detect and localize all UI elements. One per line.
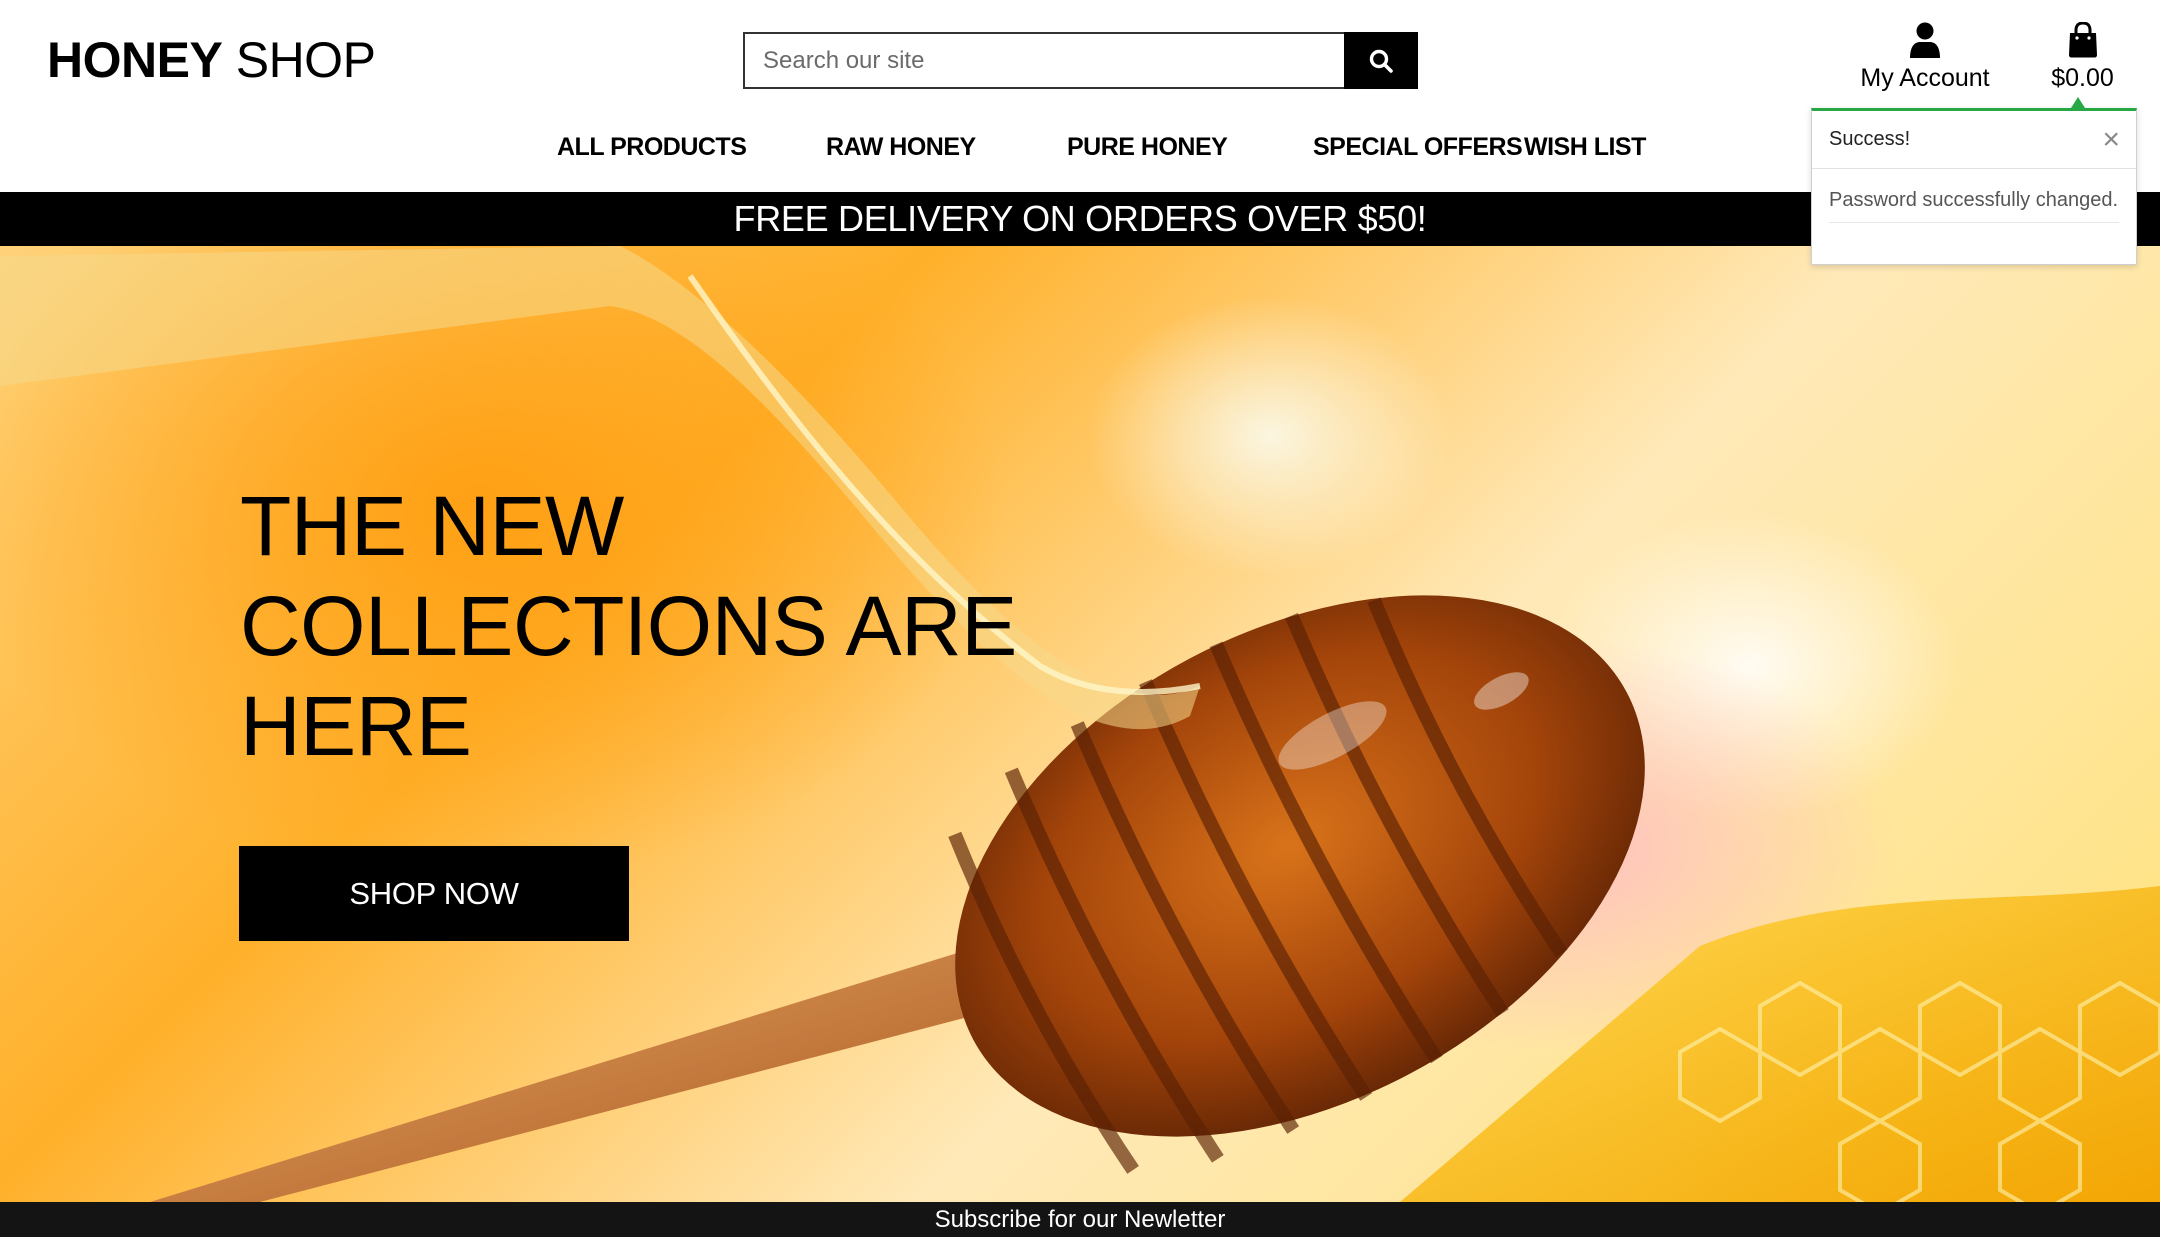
hero-section: THE NEW COLLECTIONS ARE HERE SHOP NOW (0, 246, 2160, 1202)
toast-divider (1829, 222, 2119, 223)
shop-now-button[interactable]: SHOP NOW (239, 846, 629, 941)
search-input[interactable] (743, 32, 1344, 89)
logo-light-text: SHOP (235, 32, 376, 88)
my-account-label: My Account (1860, 64, 1990, 92)
hero-title-line-1: THE NEW (240, 479, 624, 573)
nav-pure-honey[interactable]: PURE HONEY (1067, 133, 1228, 162)
user-icon (1910, 22, 1940, 58)
toast-header: Success! × (1812, 111, 2136, 169)
hero-title: THE NEW COLLECTIONS ARE HERE (240, 476, 1040, 776)
hero-title-line-3: HERE (240, 679, 472, 773)
toast-arrow (2071, 97, 2085, 108)
my-account-link[interactable]: My Account (1855, 22, 1995, 93)
nav-raw-honey[interactable]: RAW HONEY (826, 133, 976, 162)
cart-total: $0.00 (2051, 64, 2114, 92)
nav-all-products[interactable]: ALL PRODUCTS (557, 133, 747, 162)
search-icon (1369, 49, 1393, 73)
search-form (743, 32, 1418, 89)
nav-special-offers[interactable]: SPECIAL OFFERS (1313, 133, 1523, 162)
hero-title-line-2: COLLECTIONS ARE (240, 579, 1017, 673)
cart-link[interactable]: $0.00 (2040, 22, 2125, 93)
success-toast: Success! × Password successfully changed… (1811, 97, 2137, 265)
toast-body: Password successfully changed. (1812, 169, 2136, 223)
close-icon[interactable]: × (2102, 124, 2120, 155)
search-button[interactable] (1344, 32, 1418, 89)
toast-message: Password successfully changed. (1829, 189, 2119, 211)
newsletter-text: Subscribe for our Newletter (934, 1205, 1226, 1233)
free-delivery-text: FREE DELIVERY ON ORDERS OVER $50! (733, 198, 1427, 239)
toast-title: Success! (1829, 128, 1911, 150)
nav-wish-list[interactable]: WISH LIST (1524, 133, 1646, 162)
newsletter-bar[interactable]: Subscribe for our Newletter (0, 1202, 2160, 1237)
logo-bold-text: HONEY (47, 32, 223, 88)
shopping-bag-icon (2068, 22, 2097, 58)
site-logo[interactable]: HONEY SHOP (47, 30, 376, 90)
